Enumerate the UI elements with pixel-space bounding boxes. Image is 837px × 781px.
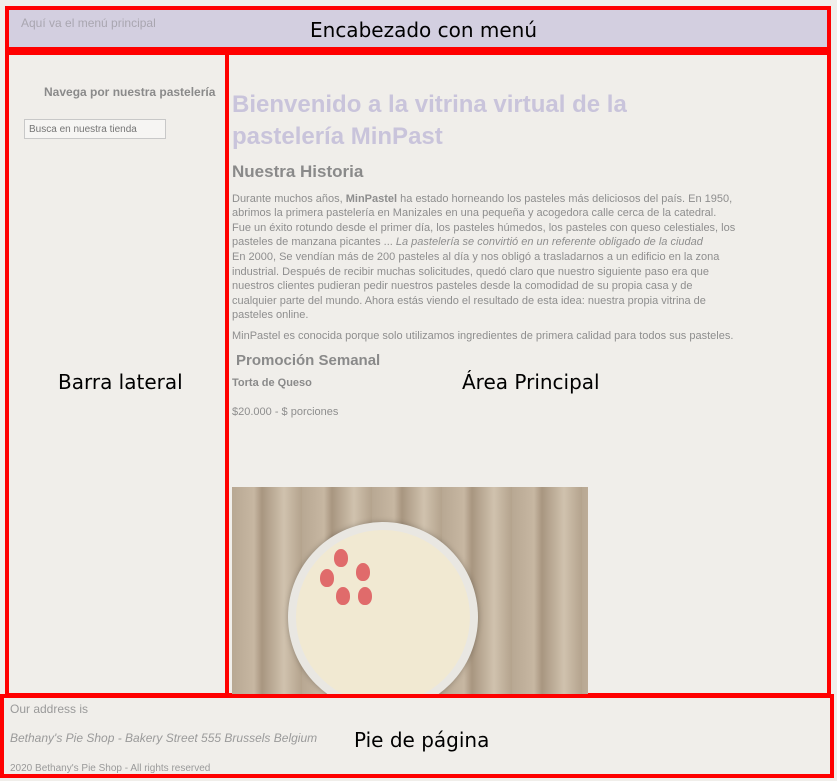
strawberry-icon xyxy=(320,569,334,587)
strawberry-icon xyxy=(336,587,350,605)
promo-item-price: $20.000 - $ porciones xyxy=(232,405,339,418)
sidebar-region-label: Barra lateral xyxy=(58,370,183,394)
main-menu-placeholder: Aquí va el menú principal xyxy=(21,16,156,30)
history-paragraph-3: MinPastel es conocida porque solo utiliz… xyxy=(232,329,734,342)
sidebar-region: Navega por nuestra pastelería Barra late… xyxy=(5,51,229,697)
footer-region-label: Pie de página xyxy=(354,728,490,752)
search-input[interactable] xyxy=(24,119,166,139)
main-region-label: Área Principal xyxy=(462,370,600,394)
brand-name: MinPastel xyxy=(345,192,398,205)
footer-region: Our address is Bethany's Pie Shop - Bake… xyxy=(0,694,834,778)
address-text: Bethany's Pie Shop - Bakery Street 555 B… xyxy=(10,731,318,745)
copyright-text: 2020 Bethany's Pie Shop - All rights res… xyxy=(10,763,211,774)
page-title: Bienvenido a la vitrina virtual de la pa… xyxy=(232,91,627,150)
history-paragraph-1: Durante muchos años, MinPastel ha estado… xyxy=(232,192,737,323)
promo-heading: Promoción Semanal xyxy=(236,351,381,369)
history-heading: Nuestra Historia xyxy=(232,162,364,181)
address-label: Our address is xyxy=(10,702,89,716)
strawberry-icon xyxy=(334,549,348,567)
strawberry-icon xyxy=(356,563,370,581)
history-italic-text: La pastelería se convirtió en un referen… xyxy=(395,236,703,249)
cheesecake-shape xyxy=(296,530,470,694)
main-region: Bienvenido a la vitrina virtual de la pa… xyxy=(225,51,831,697)
header-region: Aquí va el menú principal Encabezado con… xyxy=(5,6,831,51)
sidebar-title: Navega por nuestra pastelería xyxy=(44,85,216,99)
strawberry-icon xyxy=(358,587,372,605)
history-paragraph-2: En 2000, Se vendían más de 200 pasteles … xyxy=(232,250,720,322)
header-region-label: Encabezado con menú xyxy=(310,18,538,42)
cheesecake-image xyxy=(232,487,588,694)
history-intro-text: Durante muchos años, xyxy=(232,192,346,205)
